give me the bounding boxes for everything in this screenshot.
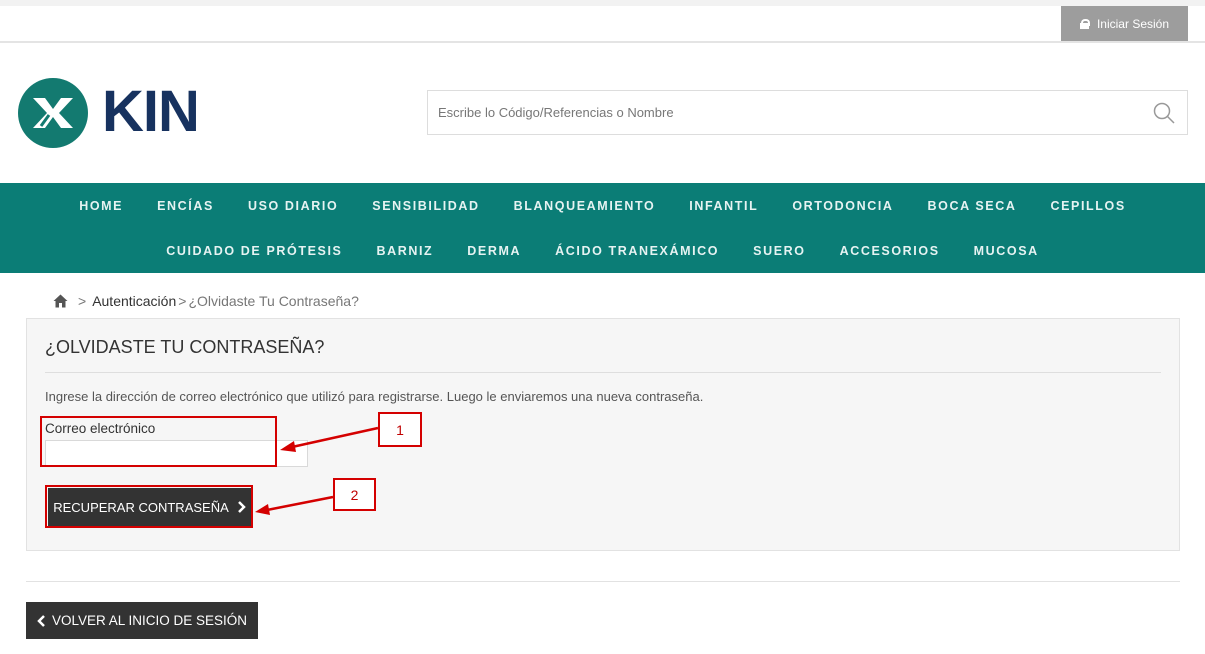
search-input[interactable] <box>428 91 1128 134</box>
nav-item-suero[interactable]: SUERO <box>736 243 822 259</box>
chevron-left-icon <box>37 614 45 627</box>
nav-item-uso-diario[interactable]: USO DIARIO <box>231 198 355 214</box>
bottom-divider <box>26 581 1180 582</box>
nav-item-cuidado-de-protesis[interactable]: CUIDADO DE PRÓTESIS <box>149 243 359 259</box>
annotation-highlight-recover-button <box>45 485 253 528</box>
nav-item-blanqueamiento[interactable]: BLANQUEAMIENTO <box>497 198 673 214</box>
page-title: ¿OLVIDASTE TU CONTRASEÑA? <box>45 337 325 357</box>
back-to-login-label: VOLVER AL INICIO DE SESIÓN <box>51 613 248 628</box>
nav-item-derma[interactable]: DERMA <box>450 243 538 259</box>
instructions-text: Ingrese la dirección de correo electróni… <box>45 389 704 404</box>
login-button[interactable]: Iniciar Sesión <box>1061 6 1188 41</box>
main-nav: HOME ENCÍAS USO DIARIO SENSIBILIDAD BLAN… <box>0 183 1205 273</box>
back-to-login-button[interactable]: VOLVER AL INICIO DE SESIÓN <box>26 602 258 639</box>
breadcrumb-separator: > <box>78 293 87 309</box>
home-icon[interactable] <box>53 294 68 308</box>
nav-row-1: HOME ENCÍAS USO DIARIO SENSIBILIDAD BLAN… <box>0 198 1205 214</box>
nav-row-2: CUIDADO DE PRÓTESIS BARNIZ DERMA ÁCIDO T… <box>0 243 1205 259</box>
nav-item-encias[interactable]: ENCÍAS <box>140 198 231 214</box>
nav-item-barniz[interactable]: BARNIZ <box>359 243 450 259</box>
nav-item-home[interactable]: HOME <box>62 198 140 214</box>
annotation-highlight-email <box>40 416 277 467</box>
nav-item-ortodoncia[interactable]: ORTODONCIA <box>775 198 910 214</box>
logo-text: KIN <box>102 79 200 144</box>
nav-item-infantil[interactable]: INFANTIL <box>672 198 775 214</box>
breadcrumb-autenticacion[interactable]: Autenticación <box>92 293 176 309</box>
top-bar: Iniciar Sesión <box>0 0 1205 43</box>
nav-item-boca-seca[interactable]: BOCA SECA <box>911 198 1034 214</box>
nav-item-mucosa[interactable]: MUCOSA <box>957 243 1056 259</box>
logo-mark-icon <box>18 78 88 148</box>
panel-divider <box>45 372 1161 373</box>
search-box <box>427 90 1188 135</box>
nav-item-acido-tranexamico[interactable]: ÁCIDO TRANEXÁMICO <box>538 243 736 259</box>
nav-item-sensibilidad[interactable]: SENSIBILIDAD <box>355 198 496 214</box>
site-logo[interactable]: KIN <box>18 78 238 148</box>
login-label: Iniciar Sesión <box>1096 16 1170 31</box>
lock-icon <box>1079 18 1090 29</box>
nav-item-cepillos[interactable]: CEPILLOS <box>1033 198 1142 214</box>
breadcrumb: > Autenticación > ¿Olvidaste Tu Contrase… <box>53 293 359 309</box>
annotation-number-2: 2 <box>333 478 376 511</box>
breadcrumb-separator: > <box>178 293 187 309</box>
nav-item-accesorios[interactable]: ACCESORIOS <box>823 243 957 259</box>
search-icon[interactable] <box>1153 102 1175 124</box>
breadcrumb-current: ¿Olvidaste Tu Contraseña? <box>188 293 359 309</box>
annotation-number-1: 1 <box>378 412 422 447</box>
